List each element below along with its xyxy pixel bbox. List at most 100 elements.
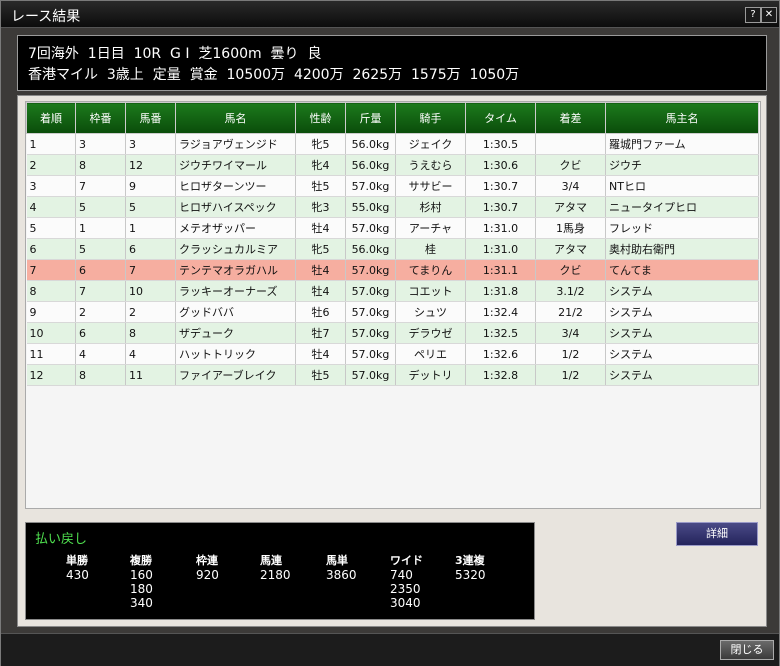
- cell-margin: アタマ: [535, 238, 606, 260]
- cell-time: 1:30.6: [465, 154, 536, 176]
- table-row[interactable]: 6 5 6 クラッシュカルミア 牝5 56.0kg 桂 1:31.0 アタマ 奥村助右衛門: [26, 238, 759, 260]
- cell-sex-age: 牡6: [295, 301, 346, 323]
- cell-weight: 57.0kg: [345, 322, 396, 344]
- help-icon[interactable]: ?: [745, 7, 761, 23]
- cell-uma: 7: [125, 259, 176, 281]
- cell-uma: 12: [125, 154, 176, 176]
- payout-column: 馬連 2180: [260, 552, 291, 582]
- cell-owner: システム: [605, 364, 759, 386]
- payout-value: 430: [66, 568, 89, 582]
- column-header[interactable]: 着差: [535, 102, 606, 134]
- footer: 閉じる: [1, 633, 779, 666]
- cell-name: ラジョアヴェンジド: [175, 133, 296, 155]
- cell-owner: NTヒロ: [605, 175, 759, 197]
- cell-uma: 1: [125, 217, 176, 239]
- cell-jockey: コエット: [395, 280, 466, 302]
- cell-margin: アタマ: [535, 196, 606, 218]
- cell-uma: 2: [125, 301, 176, 323]
- cell-margin: [535, 133, 606, 155]
- payout-value: 5320: [455, 568, 486, 582]
- cell-time: 1:32.4: [465, 301, 536, 323]
- cell-owner: システム: [605, 322, 759, 344]
- cell-weight: 57.0kg: [345, 217, 396, 239]
- cell-margin: 1馬身: [535, 217, 606, 239]
- cell-uma: 5: [125, 196, 176, 218]
- cell-name: ヒロザハイスペック: [175, 196, 296, 218]
- cell-sex-age: 牡4: [295, 343, 346, 365]
- table-header: 着順 枠番 馬番 馬名 性齢 斤量 騎手 タイム 着差 馬主名: [26, 102, 759, 134]
- cell-weight: 56.0kg: [345, 133, 396, 155]
- title-bar[interactable]: レース結果 ? ✕: [1, 1, 779, 28]
- cell-margin: 3/4: [535, 175, 606, 197]
- cell-time: 1:30.5: [465, 133, 536, 155]
- cell-sex-age: 牡7: [295, 322, 346, 344]
- cell-name: メテオザッパー: [175, 217, 296, 239]
- payout-label: 3連複: [455, 554, 485, 567]
- cell-rank: 7: [26, 259, 76, 281]
- column-header[interactable]: 馬番: [125, 102, 176, 134]
- payout-column: 3連複 5320: [455, 552, 486, 582]
- cell-uma: 9: [125, 175, 176, 197]
- table-row[interactable]: 9 2 2 グッドババ 牡6 57.0kg シュツ 1:32.4 21/2 システム: [26, 301, 759, 323]
- table-row[interactable]: 10 6 8 ザデューク 牡7 57.0kg デラウゼ 1:32.5 3/4 システム: [26, 322, 759, 344]
- table-row[interactable]: 4 5 5 ヒロザハイスペック 牝3 55.0kg 杉村 1:30.7 アタマ ニュータイプヒロ: [26, 196, 759, 218]
- race-result-window: レース結果 ? ✕ 7回海外 1日目 10R G I 芝1600m 曇り 良 香…: [0, 0, 780, 666]
- cell-waku: 6: [75, 259, 126, 281]
- cell-jockey: ペリエ: [395, 343, 466, 365]
- column-header[interactable]: タイム: [465, 102, 536, 134]
- cell-waku: 7: [75, 175, 126, 197]
- cell-uma: 3: [125, 133, 176, 155]
- table-row[interactable]: 11 4 4 ハットトリック 牡4 57.0kg ペリエ 1:32.6 1/2 システム: [26, 343, 759, 365]
- cell-jockey: アーチャ: [395, 217, 466, 239]
- cell-weight: 57.0kg: [345, 343, 396, 365]
- table-row[interactable]: 1 3 3 ラジョアヴェンジド 牝5 56.0kg ジェイク 1:30.5 羅城門ファーム: [26, 133, 759, 155]
- cell-uma: 10: [125, 280, 176, 302]
- payout-column: 馬単 3860: [326, 552, 357, 582]
- table-row[interactable]: 5 1 1 メテオザッパー 牡4 57.0kg アーチャ 1:31.0 1馬身 フレッド: [26, 217, 759, 239]
- cell-margin: クビ: [535, 259, 606, 281]
- cell-weight: 57.0kg: [345, 175, 396, 197]
- cell-jockey: デットリ: [395, 364, 466, 386]
- cell-rank: 11: [26, 343, 76, 365]
- column-header[interactable]: 斤量: [345, 102, 396, 134]
- cell-jockey: ジェイク: [395, 133, 466, 155]
- cell-waku: 8: [75, 154, 126, 176]
- cell-uma: 6: [125, 238, 176, 260]
- close-button[interactable]: 閉じる: [720, 640, 774, 660]
- payout-value: 2180: [260, 568, 291, 582]
- column-header[interactable]: 枠番: [75, 102, 126, 134]
- column-header[interactable]: 騎手: [395, 102, 466, 134]
- payout-value: 920: [196, 568, 219, 582]
- column-header[interactable]: 性齢: [295, 102, 346, 134]
- cell-name: ヒロザターンツー: [175, 175, 296, 197]
- table-row[interactable]: 12 8 11 ファイアーブレイク 牡5 57.0kg デットリ 1:32.8 1/2 システム: [26, 364, 759, 386]
- payout-title: 払い戻し: [35, 532, 88, 547]
- table-body: 1 3 3 ラジョアヴェンジド 牝5 56.0kg ジェイク 1:30.5 羅城門ファーム 2 8 1…: [26, 133, 759, 386]
- cell-waku: 4: [75, 343, 126, 365]
- cell-waku: 3: [75, 133, 126, 155]
- table-row[interactable]: 8 7 10 ラッキーオーナーズ 牡4 57.0kg コエット 1:31.8 3.1/2 システム: [26, 280, 759, 302]
- payout-label: 枠連: [196, 554, 218, 567]
- payout-label: 馬連: [260, 554, 282, 567]
- cell-rank: 4: [26, 196, 76, 218]
- column-header[interactable]: 馬主名: [605, 102, 759, 134]
- table-row[interactable]: 2 8 12 ジウチワイマール 牝4 56.0kg うえむら 1:30.6 クビ ジウチ: [26, 154, 759, 176]
- detail-button[interactable]: 詳細: [676, 522, 758, 546]
- cell-margin: 3.1/2: [535, 280, 606, 302]
- table-row[interactable]: 3 7 9 ヒロザターンツー 牡5 57.0kg ササビー 1:30.7 3/4 NTヒロ: [26, 175, 759, 197]
- column-header[interactable]: 着順: [26, 102, 76, 134]
- cell-weight: 56.0kg: [345, 238, 396, 260]
- cell-name: グッドババ: [175, 301, 296, 323]
- cell-uma: 8: [125, 322, 176, 344]
- cell-owner: システム: [605, 343, 759, 365]
- cell-weight: 57.0kg: [345, 259, 396, 281]
- table-row[interactable]: 7 6 7 テンテマオラガハル 牡4 57.0kg てまりん 1:31.1 クビ てんてま: [26, 259, 759, 281]
- cell-name: ファイアーブレイク: [175, 364, 296, 386]
- cell-waku: 5: [75, 196, 126, 218]
- cell-waku: 2: [75, 301, 126, 323]
- cell-time: 1:32.5: [465, 322, 536, 344]
- close-icon[interactable]: ✕: [761, 7, 777, 23]
- column-header[interactable]: 馬名: [175, 102, 296, 134]
- cell-jockey: 杉村: [395, 196, 466, 218]
- result-table-container[interactable]: 着順 枠番 馬番 馬名 性齢 斤量 騎手 タイム 着差 馬主名 1 3 3 ラジョアヴェンジド 牝5 56.…: [25, 101, 761, 509]
